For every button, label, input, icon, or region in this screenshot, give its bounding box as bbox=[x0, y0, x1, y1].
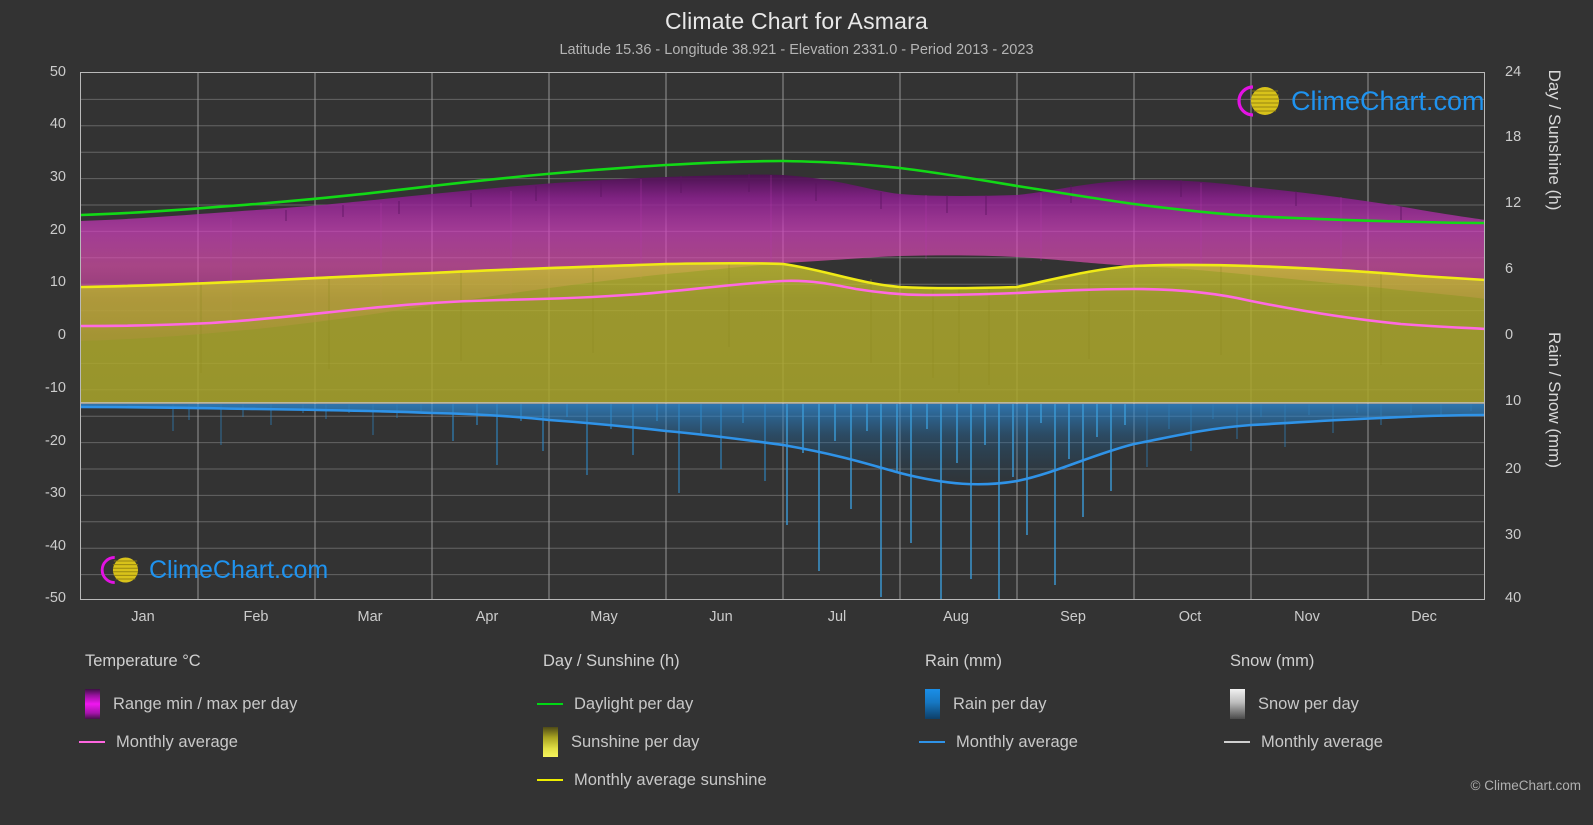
legend-rain: Rain (mm) Rain per day Monthly average bbox=[925, 652, 1078, 761]
x-tick-month: Nov bbox=[1247, 609, 1367, 625]
watermark-text: ClimeChart.com bbox=[149, 556, 328, 585]
x-tick-month: Jan bbox=[83, 609, 203, 625]
y-tick-left: -30 bbox=[8, 485, 66, 501]
y-tick-right-mm: 30 bbox=[1505, 527, 1555, 543]
watermark-logo-top: ClimeChart.com bbox=[1231, 81, 1485, 121]
x-tick-month: Mar bbox=[310, 609, 430, 625]
y-tick-left: 50 bbox=[8, 64, 66, 80]
snow-average-swatch bbox=[1224, 741, 1250, 743]
daylight-swatch bbox=[537, 703, 563, 705]
y-tick-right-mm: 20 bbox=[1505, 461, 1555, 477]
climechart-logo-mark bbox=[1231, 81, 1289, 121]
legend-item-temp-range[interactable]: Range min / max per day bbox=[85, 685, 297, 723]
y-tick-left: 20 bbox=[8, 222, 66, 238]
x-tick-month: Oct bbox=[1130, 609, 1250, 625]
x-tick-month: Jul bbox=[777, 609, 897, 625]
legend-label: Monthly average sunshine bbox=[574, 771, 767, 790]
y-tick-left: 40 bbox=[8, 116, 66, 132]
watermark-text: ClimeChart.com bbox=[1291, 86, 1485, 117]
y-tick-left: -10 bbox=[8, 380, 66, 396]
legend-temperature: Temperature °C Range min / max per day M… bbox=[85, 652, 297, 761]
y-tick-right-hours: 24 bbox=[1505, 64, 1555, 80]
copyright-notice: © ClimeChart.com bbox=[1471, 778, 1581, 793]
sunshine-swatch bbox=[543, 727, 558, 757]
y-tick-left: 0 bbox=[8, 327, 66, 343]
y-tick-right-hours: 0 bbox=[1505, 327, 1555, 343]
y-tick-left: -50 bbox=[8, 590, 66, 606]
x-tick-month: Aug bbox=[896, 609, 1016, 625]
climechart-logo-mark bbox=[95, 551, 147, 589]
legend-label: Monthly average bbox=[116, 733, 238, 752]
legend-item-rain-average[interactable]: Monthly average bbox=[925, 723, 1078, 761]
legend-sunshine: Day / Sunshine (h) Daylight per day Suns… bbox=[543, 652, 767, 799]
rain-swatch bbox=[925, 689, 940, 719]
climate-chart: Climate Chart for Asmara Latitude 15.36 … bbox=[0, 0, 1593, 825]
legend-item-temp-average[interactable]: Monthly average bbox=[85, 723, 297, 761]
legend-item-daylight[interactable]: Daylight per day bbox=[543, 685, 767, 723]
sunshine-band bbox=[81, 263, 1485, 403]
x-tick-month: Sep bbox=[1013, 609, 1133, 625]
temp-average-swatch bbox=[79, 741, 105, 743]
y-tick-right-hours: 6 bbox=[1505, 261, 1555, 277]
snow-swatch bbox=[1230, 689, 1245, 719]
x-tick-month: Apr bbox=[427, 609, 547, 625]
y-tick-right-hours: 18 bbox=[1505, 129, 1555, 145]
temp-range-swatch bbox=[85, 689, 100, 719]
legend-label: Sunshine per day bbox=[571, 733, 699, 752]
watermark-logo-bottom: ClimeChart.com bbox=[95, 551, 328, 589]
legend-label: Monthly average bbox=[1261, 733, 1383, 752]
legend-item-rain[interactable]: Rain per day bbox=[925, 685, 1078, 723]
legend-label: Monthly average bbox=[956, 733, 1078, 752]
y-tick-left: -20 bbox=[8, 433, 66, 449]
legend-item-snow[interactable]: Snow per day bbox=[1230, 685, 1383, 723]
legend-heading: Temperature °C bbox=[85, 652, 297, 671]
y-tick-left: 30 bbox=[8, 169, 66, 185]
legend-label: Daylight per day bbox=[574, 695, 693, 714]
legend-heading: Rain (mm) bbox=[925, 652, 1078, 671]
x-tick-month: Dec bbox=[1364, 609, 1484, 625]
plot-canvas bbox=[81, 73, 1485, 600]
page-subtitle: Latitude 15.36 - Longitude 38.921 - Elev… bbox=[0, 42, 1593, 58]
y-tick-right-hours: 12 bbox=[1505, 195, 1555, 211]
y-tick-left: 10 bbox=[8, 274, 66, 290]
plot-area: ClimeChart.com ClimeChart.com bbox=[80, 72, 1485, 600]
legend-snow: Snow (mm) Snow per day Monthly average bbox=[1230, 652, 1383, 761]
x-tick-month: May bbox=[544, 609, 664, 625]
x-tick-month: Feb bbox=[196, 609, 316, 625]
legend-label: Range min / max per day bbox=[113, 695, 297, 714]
legend-item-sunshine-average[interactable]: Monthly average sunshine bbox=[543, 761, 767, 799]
rain-average-swatch bbox=[919, 741, 945, 743]
sunshine-average-swatch bbox=[537, 779, 563, 781]
legend-heading: Snow (mm) bbox=[1230, 652, 1383, 671]
legend-item-sunshine[interactable]: Sunshine per day bbox=[543, 723, 767, 761]
y-tick-right-mm: 10 bbox=[1505, 393, 1555, 409]
legend-heading: Day / Sunshine (h) bbox=[543, 652, 767, 671]
legend-label: Rain per day bbox=[953, 695, 1047, 714]
page-title: Climate Chart for Asmara bbox=[0, 8, 1593, 35]
legend-label: Snow per day bbox=[1258, 695, 1359, 714]
y-tick-left: -40 bbox=[8, 538, 66, 554]
y-tick-right-mm: 40 bbox=[1505, 590, 1555, 606]
x-tick-month: Jun bbox=[661, 609, 781, 625]
legend-item-snow-average[interactable]: Monthly average bbox=[1230, 723, 1383, 761]
